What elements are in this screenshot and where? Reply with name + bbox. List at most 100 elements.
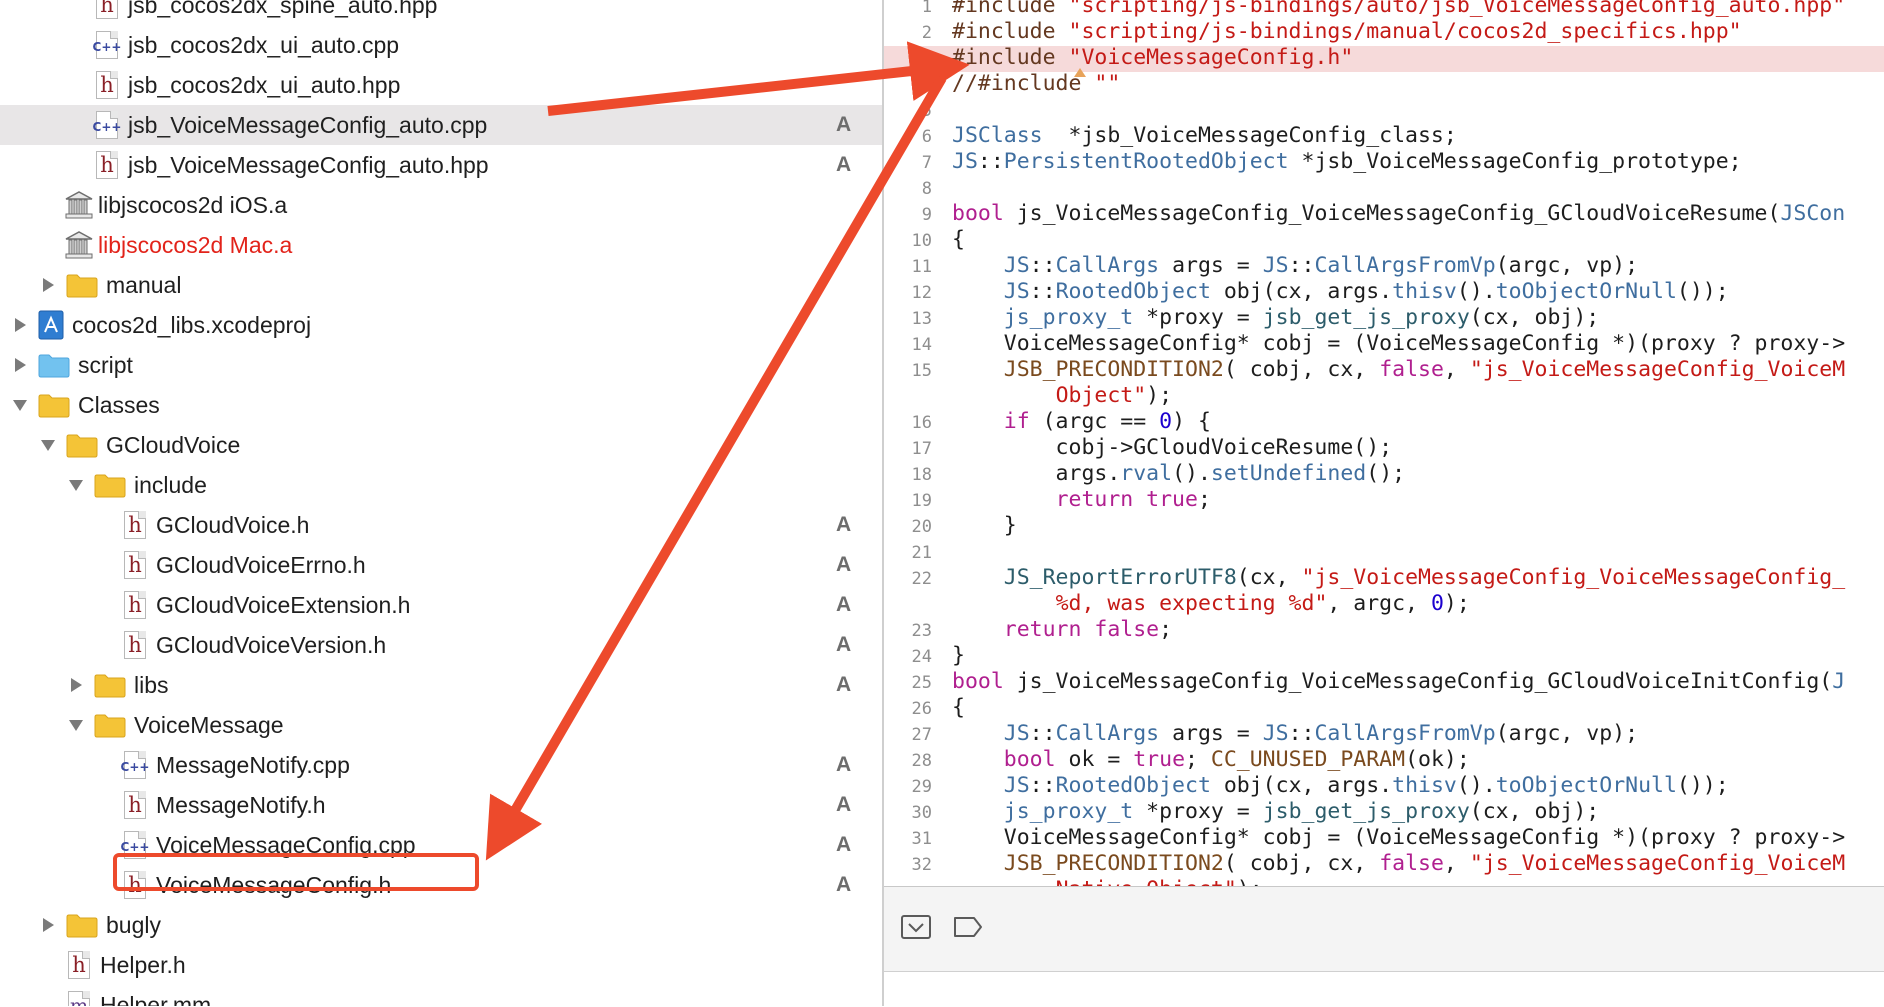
disclosure-closed-icon[interactable] bbox=[66, 675, 86, 695]
code-line[interactable]: //#include "" bbox=[952, 71, 1120, 97]
navigator-row[interactable]: C++ jsb_cocos2dx_ui_auto.cpp bbox=[0, 25, 882, 65]
navigator-row[interactable]: h GCloudVoiceVersion.h A bbox=[0, 625, 882, 665]
navigator-row-label: libjscocos2d Mac.a bbox=[98, 232, 293, 258]
project-navigator[interactable]: h jsb_cocos2dx_spine_auto.hpp C++ jsb_cocos… bbox=[0, 0, 882, 1006]
source-control-badge: A bbox=[836, 833, 852, 856]
disclosure-open-icon[interactable] bbox=[10, 395, 30, 415]
line-number: 8 bbox=[921, 179, 932, 199]
code-line[interactable]: args.rval().setUndefined(); bbox=[952, 461, 1406, 487]
code-line[interactable]: #include "scripting/js-bindings/manual/c… bbox=[952, 19, 1742, 45]
code-line[interactable]: Native Object"); bbox=[952, 877, 1263, 886]
disclosure-open-icon[interactable] bbox=[66, 475, 86, 495]
navigator-row[interactable]: C++ VoiceMessageConfig.cpp A bbox=[0, 825, 882, 865]
navigator-row[interactable]: C++ jsb_VoiceMessageConfig_auto.cpp A bbox=[0, 105, 882, 145]
line-number: 14 bbox=[911, 335, 932, 355]
source-control-badge: A bbox=[836, 553, 852, 576]
navigator-row[interactable]: h GCloudVoiceErrno.h A bbox=[0, 545, 882, 585]
navigator-row[interactable]: VoiceMessage bbox=[0, 705, 882, 745]
navigator-row-label: GCloudVoiceExtension.h bbox=[156, 592, 411, 618]
code-line[interactable]: JS::CallArgs args = JS::CallArgsFromVp(a… bbox=[952, 721, 1638, 747]
disclosure-closed-icon[interactable] bbox=[10, 315, 30, 335]
navigator-row[interactable]: h jsb_cocos2dx_ui_auto.hpp bbox=[0, 65, 882, 105]
line-number: 18 bbox=[911, 465, 932, 485]
disclosure-closed-icon[interactable] bbox=[38, 275, 58, 295]
code-line[interactable]: if (argc == 0) { bbox=[952, 409, 1211, 435]
navigator-row-label: VoiceMessageConfig.cpp bbox=[156, 832, 416, 858]
navigator-row[interactable]: h MessageNotify.h A bbox=[0, 785, 882, 825]
code-line[interactable]: { bbox=[952, 695, 965, 721]
code-line[interactable]: Object"); bbox=[952, 383, 1173, 409]
navigator-row-label: VoiceMessage bbox=[134, 712, 284, 738]
navigator-row[interactable]: libs A bbox=[0, 665, 882, 705]
code-line[interactable]: VoiceMessageConfig* cobj = (VoiceMessage… bbox=[952, 331, 1845, 357]
disclosure-closed-icon[interactable] bbox=[10, 355, 30, 375]
folder-icon bbox=[66, 914, 98, 938]
disclosure-open-icon[interactable] bbox=[38, 435, 58, 455]
navigator-row[interactable]: include bbox=[0, 465, 882, 505]
code-line[interactable]: { bbox=[952, 227, 965, 253]
static-library-icon bbox=[65, 191, 93, 219]
navigator-row[interactable]: libjscocos2d iOS.a bbox=[0, 185, 882, 225]
navigator-row[interactable]: bugly bbox=[0, 905, 882, 945]
navigator-row[interactable]: m Helper.mm bbox=[0, 985, 882, 1006]
navigator-row[interactable]: h GCloudVoice.h A bbox=[0, 505, 882, 545]
line-number: 21 bbox=[911, 543, 932, 563]
line-number: 19 bbox=[911, 491, 932, 511]
code-line[interactable]: bool js_VoiceMessageConfig_VoiceMessageC… bbox=[952, 201, 1845, 227]
code-line[interactable]: bool ok = true; CC_UNUSED_PARAM(ok); bbox=[952, 747, 1470, 773]
navigator-row-label: jsb_cocos2dx_spine_auto.hpp bbox=[128, 0, 438, 18]
code-line[interactable]: #include "scripting/js-bindings/auto/jsb… bbox=[952, 0, 1845, 19]
folder-icon bbox=[66, 434, 98, 458]
header-file-icon: h bbox=[96, 0, 118, 19]
breakpoints-toggle-icon[interactable] bbox=[952, 914, 984, 940]
disclosure-open-icon[interactable] bbox=[66, 715, 86, 735]
code-line[interactable]: #include "VoiceMessageConfig.h" bbox=[952, 45, 1353, 71]
line-number: 15 bbox=[911, 361, 932, 381]
code-line[interactable]: VoiceMessageConfig* cobj = (VoiceMessage… bbox=[952, 825, 1845, 851]
source-control-badge: A bbox=[836, 113, 852, 136]
code-line[interactable]: JS_ReportErrorUTF8(cx, "js_VoiceMessageC… bbox=[952, 565, 1845, 591]
code-line[interactable]: js_proxy_t *proxy = jsb_get_js_proxy(cx,… bbox=[952, 799, 1599, 825]
navigator-row-label: jsb_cocos2dx_ui_auto.cpp bbox=[128, 32, 400, 58]
navigator-row[interactable]: GCloudVoice bbox=[0, 425, 882, 465]
navigator-row[interactable]: h jsb_cocos2dx_spine_auto.hpp bbox=[0, 0, 882, 25]
code-line[interactable]: return false; bbox=[952, 617, 1172, 643]
disclosure-closed-icon[interactable] bbox=[38, 915, 58, 935]
navigator-row-label: MessageNotify.h bbox=[156, 792, 326, 818]
code-line[interactable]: JS::CallArgs args = JS::CallArgsFromVp(a… bbox=[952, 253, 1638, 279]
navigator-row[interactable]: Classes bbox=[0, 385, 882, 425]
navigator-row[interactable]: h GCloudVoiceExtension.h A bbox=[0, 585, 882, 625]
navigator-row[interactable]: manual bbox=[0, 265, 882, 305]
source-control-badge: A bbox=[836, 753, 852, 776]
code-line[interactable]: js_proxy_t *proxy = jsb_get_js_proxy(cx,… bbox=[952, 305, 1599, 331]
navigator-row[interactable]: h Helper.h bbox=[0, 945, 882, 985]
folder-icon bbox=[94, 474, 126, 498]
folder-icon bbox=[94, 674, 126, 698]
navigator-row[interactable]: libjscocos2d Mac.a bbox=[0, 225, 882, 265]
line-number: 7 bbox=[921, 153, 932, 173]
code-line[interactable]: %d, was expecting %d", argc, 0); bbox=[952, 591, 1470, 617]
navigator-row[interactable]: h jsb_VoiceMessageConfig_auto.hpp A bbox=[0, 145, 882, 185]
navigator-row[interactable]: cocos2d_libs.xcodeproj bbox=[0, 305, 882, 345]
header-file-icon: h bbox=[68, 951, 90, 979]
code-line[interactable]: } bbox=[952, 643, 965, 669]
source-editor[interactable]: 1 2 3 4 5 6 7 8 9 10 11 12 13 14 15 16 17 18 19 20 21 22 23 24 2… bbox=[884, 0, 1884, 886]
hide-debug-area-icon[interactable] bbox=[900, 914, 932, 940]
code-line[interactable]: return true; bbox=[952, 487, 1211, 513]
source-control-badge: A bbox=[836, 873, 852, 896]
code-line[interactable]: JS::RootedObject obj(cx, args.thisv().to… bbox=[952, 279, 1729, 305]
code-line[interactable]: JSB_PRECONDITION2( cobj, cx, false, "js_… bbox=[952, 851, 1845, 877]
navigator-row[interactable]: h VoiceMessageConfig.h A bbox=[0, 865, 882, 905]
code-line[interactable]: JSB_PRECONDITION2( cobj, cx, false, "js_… bbox=[952, 357, 1845, 383]
header-file-icon: h bbox=[124, 511, 146, 539]
code-line[interactable]: JSClass *jsb_VoiceMessageConfig_class; bbox=[952, 123, 1457, 149]
navigator-row-label: Helper.h bbox=[100, 952, 186, 978]
navigator-row-label: Helper.mm bbox=[100, 992, 212, 1006]
code-line[interactable]: JS::PersistentRootedObject *jsb_VoiceMes… bbox=[952, 149, 1742, 175]
code-line[interactable]: cobj->GCloudVoiceResume(); bbox=[952, 435, 1393, 461]
code-line[interactable]: bool js_VoiceMessageConfig_VoiceMessageC… bbox=[952, 669, 1845, 695]
navigator-row[interactable]: script bbox=[0, 345, 882, 385]
navigator-row[interactable]: C++ MessageNotify.cpp A bbox=[0, 745, 882, 785]
code-line[interactable]: } bbox=[952, 513, 1017, 539]
code-line[interactable]: JS::RootedObject obj(cx, args.thisv().to… bbox=[952, 773, 1729, 799]
